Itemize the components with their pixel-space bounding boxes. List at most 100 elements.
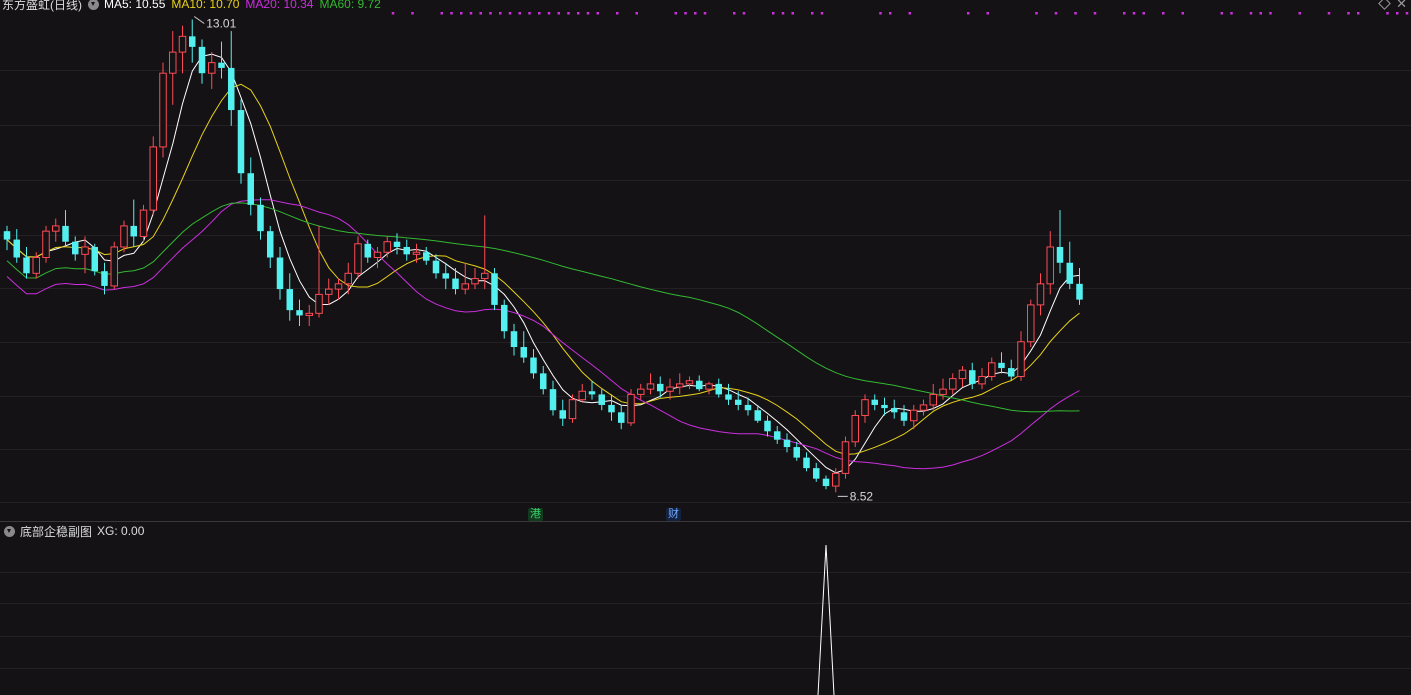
candle-body <box>666 386 674 392</box>
signal-dot <box>967 12 970 15</box>
max-arrow <box>193 16 205 24</box>
candle-body <box>608 404 615 413</box>
candle <box>822 475 830 490</box>
candle <box>998 352 1005 374</box>
candle <box>949 373 957 395</box>
candle-body <box>501 304 508 332</box>
ma-line-ma10 <box>6 83 1080 455</box>
ma20-label: MA20: 10.34 <box>245 0 314 11</box>
candle <box>958 365 967 388</box>
signal-dot <box>391 12 395 15</box>
stock-name[interactable]: 东方盛虹(日线) <box>2 0 82 13</box>
candle <box>91 243 98 276</box>
candle-body <box>549 389 557 411</box>
signal-dot <box>508 12 512 15</box>
candle-body <box>325 288 333 295</box>
sub-collapse-icon[interactable] <box>4 525 15 537</box>
signal-dot <box>1132 12 1136 15</box>
signal-dot <box>684 12 687 15</box>
signal-dot <box>1396 12 1399 15</box>
candle <box>891 399 898 419</box>
sub-indicator-panel <box>817 544 835 695</box>
candle <box>598 389 605 411</box>
candle <box>198 39 206 84</box>
candle-body <box>598 394 605 405</box>
candle-body <box>832 472 840 487</box>
candle-body <box>364 243 371 258</box>
max-price-label: 13.01 <box>206 16 236 30</box>
candle-body <box>481 272 489 280</box>
candle-body <box>286 289 293 311</box>
signal-dot <box>820 12 824 15</box>
candle-body <box>62 225 69 242</box>
sub-panel-title[interactable]: 底部企稳副图 <box>20 523 92 540</box>
candle <box>841 436 850 479</box>
candle <box>1027 299 1035 348</box>
candle <box>169 31 177 105</box>
moving-average-lines <box>6 53 1080 474</box>
candle-body <box>257 204 264 232</box>
signal-dot <box>1405 12 1409 15</box>
candle-body <box>334 283 343 290</box>
signal-dot <box>489 12 492 15</box>
financial-report-marker[interactable]: 财 <box>666 508 681 521</box>
candle-body <box>764 420 771 432</box>
candle-body <box>627 393 635 424</box>
candle <box>373 246 382 269</box>
candle <box>178 25 187 74</box>
candle-body <box>744 404 752 411</box>
stock-chart[interactable]: 13.01 8.52 <box>0 0 1411 695</box>
candle <box>247 157 254 216</box>
signal-dot <box>733 12 736 15</box>
candle <box>696 375 703 392</box>
candle-body <box>969 370 976 384</box>
candle-body <box>510 331 518 348</box>
collapse-icon[interactable] <box>88 0 99 10</box>
candle <box>481 215 489 290</box>
candle-body <box>159 72 167 148</box>
signal-dot <box>986 12 989 15</box>
candle <box>130 199 137 247</box>
candle-body <box>91 246 98 272</box>
signal-dot <box>450 12 453 15</box>
candle <box>442 262 449 290</box>
candle-body <box>725 394 732 400</box>
candle-body <box>929 393 937 406</box>
candle <box>276 246 284 300</box>
candle <box>189 19 196 63</box>
candle-body <box>891 408 898 413</box>
candle-body <box>149 146 157 211</box>
candle <box>1046 231 1054 295</box>
signal-dot <box>586 12 590 15</box>
candle <box>501 299 508 339</box>
hk-connect-marker[interactable]: 港 <box>528 508 543 521</box>
candle-body <box>276 257 284 290</box>
candle-body <box>412 251 421 255</box>
candle-body <box>696 380 703 390</box>
candle <box>315 225 323 318</box>
candle-body <box>978 376 986 385</box>
candle <box>1036 273 1045 316</box>
candle-body <box>1076 283 1083 300</box>
candle <box>383 236 391 258</box>
candle-body <box>491 273 498 305</box>
candle <box>851 410 859 448</box>
signal-dot <box>635 12 638 15</box>
candle <box>228 31 235 126</box>
candle-body <box>218 62 225 68</box>
signal-dot <box>557 12 560 15</box>
close-icon[interactable]: ✕ <box>1396 0 1407 12</box>
candle <box>637 383 645 400</box>
signal-dot <box>440 12 443 15</box>
candle-body <box>861 399 869 416</box>
candle-body <box>910 409 918 422</box>
candle-body <box>189 36 196 47</box>
candle-body <box>540 373 547 390</box>
candle <box>549 380 557 416</box>
signal-dot <box>694 12 697 15</box>
candle-body <box>354 243 362 274</box>
candle <box>42 225 50 263</box>
candle-body <box>110 246 118 287</box>
signal-dot <box>1181 12 1184 15</box>
candle <box>159 62 167 158</box>
